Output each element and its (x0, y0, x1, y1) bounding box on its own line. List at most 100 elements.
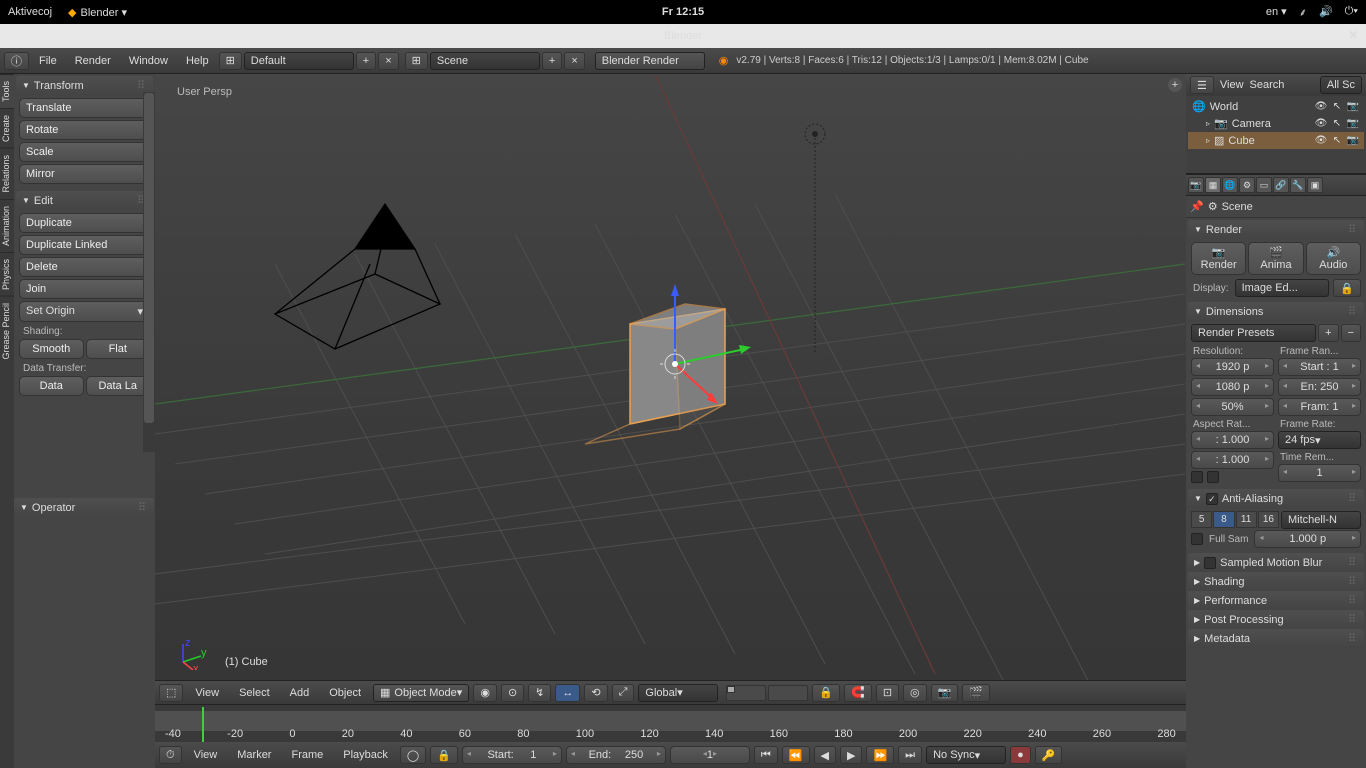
visibility-icon[interactable]: 👁 (1314, 118, 1328, 129)
fps-dropdown[interactable]: 24 fps ▾ (1278, 431, 1361, 449)
data-layout-button[interactable]: Data La (86, 376, 151, 396)
aa-sample-button[interactable]: 11 (1236, 511, 1257, 528)
activities-label[interactable]: Aktivecoj (8, 6, 52, 18)
render-anim-button[interactable]: 🎬Anima (1248, 242, 1303, 275)
menu-file[interactable]: File (31, 51, 65, 71)
range-icon[interactable]: ◯ (400, 746, 426, 764)
aa-sample-button[interactable]: 5 (1191, 511, 1212, 528)
operator-panel-header[interactable]: Operator⠿ (14, 498, 154, 517)
edit-panel-header[interactable]: Edit⠿ (16, 191, 153, 210)
border-checkbox[interactable] (1191, 471, 1203, 483)
data-button[interactable]: Data (19, 376, 84, 396)
manipulator-rotate-icon[interactable]: ⟲ (584, 684, 607, 702)
aa-sample-button[interactable]: 16 (1258, 511, 1279, 528)
manipulator-scale-icon[interactable]: ⤢ (612, 684, 635, 702)
tool-tab-create[interactable]: Create (0, 108, 14, 148)
view-menu[interactable]: View (187, 683, 227, 703)
wifi-icon[interactable]: ⸙ (1299, 5, 1307, 20)
shading-mode-icon[interactable]: ◉ (473, 684, 497, 702)
manipulator-toggle-icon[interactable]: ↯ (528, 684, 551, 702)
selectable-icon[interactable]: ↖ (1330, 101, 1344, 112)
render-anim-icon[interactable]: 🎬 (962, 684, 990, 702)
keyframe-prev-icon[interactable]: ⏪ (782, 746, 810, 764)
proportional-edit-icon[interactable]: ◎ (903, 684, 927, 702)
renderable-icon[interactable]: 📷 (1346, 101, 1360, 112)
manipulator-translate-icon[interactable]: ↔ (555, 684, 580, 702)
timeline-ruler[interactable]: -40-200204060801001201401601802002202402… (155, 704, 1186, 742)
aa-sample-button[interactable]: 8 (1213, 511, 1234, 528)
app-menu[interactable]: Blender ▾ (81, 6, 128, 19)
render-layers-tab-icon[interactable]: ▦ (1205, 177, 1221, 193)
screen-layout-dropdown[interactable]: Default (244, 52, 354, 70)
volume-icon[interactable]: 🔊 (1319, 5, 1333, 20)
render-presets-dropdown[interactable]: Render Presets (1191, 324, 1316, 342)
data-tab-icon[interactable]: ▣ (1307, 177, 1323, 193)
visibility-icon[interactable]: 👁 (1314, 135, 1328, 146)
crop-checkbox[interactable] (1207, 471, 1219, 483)
aspect-y-field[interactable]: : 1.000 (1191, 451, 1274, 469)
play-reverse-icon[interactable]: ◀ (814, 746, 836, 764)
language-indicator[interactable]: en ▾ (1266, 5, 1287, 20)
frame-start-prop[interactable]: Start : 1 (1278, 358, 1361, 376)
collapsed-panel-header[interactable]: Metadata⠿ (1188, 629, 1364, 648)
frame-end-field[interactable]: End:250 (566, 746, 666, 764)
frame-end-prop[interactable]: En: 250 (1278, 378, 1361, 396)
flat-button[interactable]: Flat (86, 339, 151, 359)
selectable-icon[interactable]: ↖ (1330, 118, 1344, 129)
aa-size-field[interactable]: 1.000 p (1254, 530, 1361, 548)
editor-type-icon[interactable]: ⬚ (159, 684, 183, 702)
n-panel-toggle-icon[interactable]: + (1168, 78, 1182, 92)
jump-end-icon[interactable]: ⏭ (898, 746, 922, 764)
smooth-button[interactable]: Smooth (19, 339, 84, 359)
object-tab-icon[interactable]: ▭ (1256, 177, 1272, 193)
timeline-view-menu[interactable]: View (186, 745, 226, 765)
join-button[interactable]: Join (19, 279, 150, 299)
tool-tab-tools[interactable]: Tools (0, 74, 14, 108)
autokey-icon[interactable]: ● (1010, 746, 1031, 764)
transform-panel-header[interactable]: Transform⠿ (16, 76, 153, 95)
lock-interface-icon[interactable]: 🔒 (1333, 279, 1361, 297)
3d-viewport[interactable]: User Persp (155, 74, 1186, 704)
layout-remove-button[interactable]: × (378, 52, 398, 70)
orientation-dropdown[interactable]: Global ▾ (638, 684, 718, 702)
display-dropdown[interactable]: Image Ed... (1235, 279, 1330, 297)
outliner-view-menu[interactable]: View (1220, 79, 1244, 91)
preset-add-icon[interactable]: + (1318, 324, 1338, 342)
outliner-editor-icon[interactable]: ☰ (1190, 76, 1214, 94)
full-sample-checkbox[interactable] (1191, 533, 1203, 545)
scene-dropdown[interactable]: Scene (430, 52, 540, 70)
render-engine-dropdown[interactable]: Blender Render (595, 52, 705, 70)
duplicate-linked-button[interactable]: Duplicate Linked (19, 235, 150, 255)
tool-tab-relations[interactable]: Relations (0, 148, 14, 199)
renderable-icon[interactable]: 📷 (1346, 118, 1360, 129)
lock-camera-icon[interactable]: 🔒 (812, 684, 840, 702)
mode-dropdown[interactable]: ▦ Object Mode ▾ (373, 684, 469, 702)
selectable-icon[interactable]: ↖ (1330, 135, 1344, 146)
layers-widget[interactable] (726, 685, 808, 701)
modifiers-tab-icon[interactable]: 🔧 (1290, 177, 1306, 193)
frame-start-field[interactable]: Start:1 (462, 746, 562, 764)
lock-range-icon[interactable]: 🔒 (430, 746, 458, 764)
jump-start-icon[interactable]: ⏮ (754, 746, 778, 764)
outliner-item[interactable]: ▹▨Cube👁↖📷 (1188, 132, 1364, 149)
play-icon[interactable]: ▶ (840, 746, 862, 764)
collapsed-panel-header[interactable]: Shading⠿ (1188, 572, 1364, 591)
rotate-button[interactable]: Rotate (19, 120, 150, 140)
select-menu[interactable]: Select (231, 683, 278, 703)
render-preview-icon[interactable]: 📷 (931, 684, 959, 702)
translate-button[interactable]: Translate (19, 98, 150, 118)
outliner-display-dropdown[interactable]: All Sc (1320, 76, 1362, 94)
snap-element-icon[interactable]: ⊡ (876, 684, 899, 702)
outliner-item[interactable]: 🌐World👁↖📷 (1188, 98, 1364, 115)
timeline-frame-menu[interactable]: Frame (283, 745, 331, 765)
scale-button[interactable]: Scale (19, 142, 150, 162)
menu-render[interactable]: Render (67, 51, 119, 71)
res-pct-field[interactable]: 50% (1191, 398, 1274, 416)
snap-toggle-icon[interactable]: 🧲 (844, 684, 872, 702)
aa-panel-header[interactable]: Anti-Aliasing⠿ (1188, 489, 1364, 508)
mirror-button[interactable]: Mirror (19, 164, 150, 184)
tool-tab-animation[interactable]: Animation (0, 199, 14, 252)
power-icon[interactable]: ⏻▾ (1345, 5, 1358, 20)
constraints-tab-icon[interactable]: 🔗 (1273, 177, 1289, 193)
scene-browse-icon[interactable]: ⊞ (405, 52, 428, 70)
